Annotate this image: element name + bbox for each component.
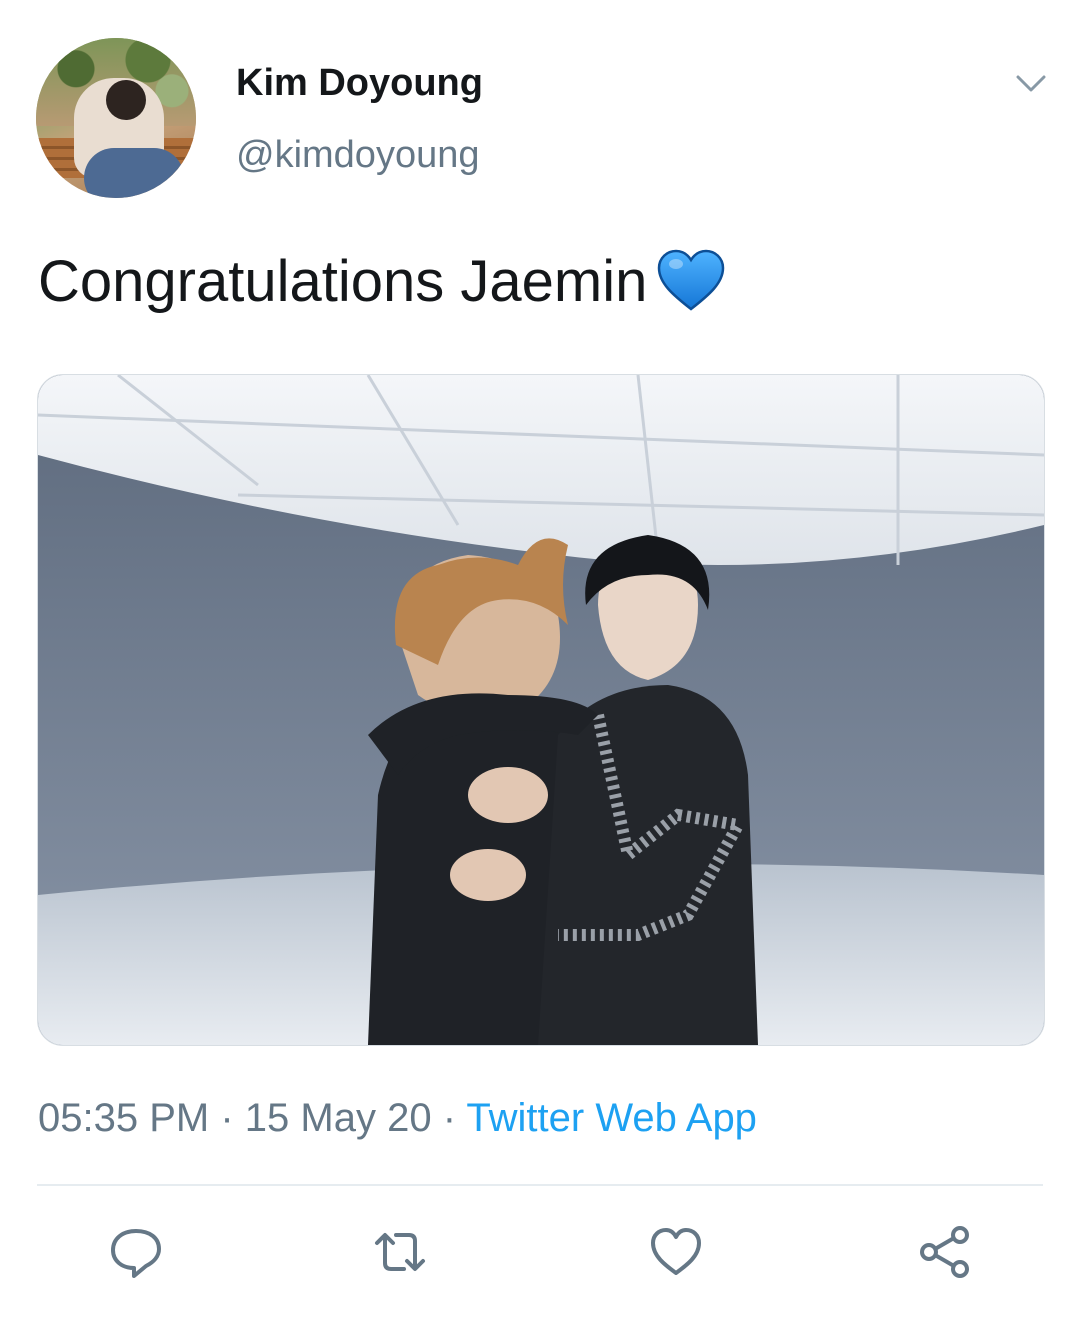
meta-separator: · bbox=[220, 1096, 234, 1140]
tweet-text-content: Congratulations Jaemin bbox=[38, 249, 648, 314]
divider bbox=[37, 1184, 1043, 1186]
tweet-date[interactable]: 15 May 20 bbox=[245, 1096, 432, 1140]
like-button[interactable] bbox=[646, 1222, 706, 1282]
tweet-source-link[interactable]: Twitter Web App bbox=[466, 1096, 757, 1140]
reply-icon bbox=[111, 1229, 161, 1278]
like-icon bbox=[651, 1228, 701, 1275]
reply-button[interactable] bbox=[106, 1222, 166, 1282]
tweet-text: Congratulations Jaemin bbox=[38, 248, 725, 315]
share-icon bbox=[920, 1226, 969, 1278]
retweet-icon bbox=[375, 1233, 425, 1271]
tweet-photo[interactable] bbox=[37, 374, 1045, 1046]
share-button[interactable] bbox=[915, 1222, 975, 1282]
chevron-down-icon[interactable] bbox=[1014, 66, 1048, 100]
author-name[interactable]: Kim Doyoung bbox=[236, 62, 483, 105]
tweet-meta: 05:35 PM · 15 May 20 · Twitter Web App bbox=[38, 1096, 757, 1141]
author-handle[interactable]: @kimdoyoung bbox=[236, 134, 479, 177]
meta-separator: · bbox=[442, 1096, 457, 1140]
retweet-button[interactable] bbox=[370, 1222, 430, 1282]
blue-heart-emoji-icon bbox=[657, 249, 725, 311]
author-avatar[interactable] bbox=[36, 38, 196, 198]
tweet-time[interactable]: 05:35 PM bbox=[38, 1096, 209, 1140]
